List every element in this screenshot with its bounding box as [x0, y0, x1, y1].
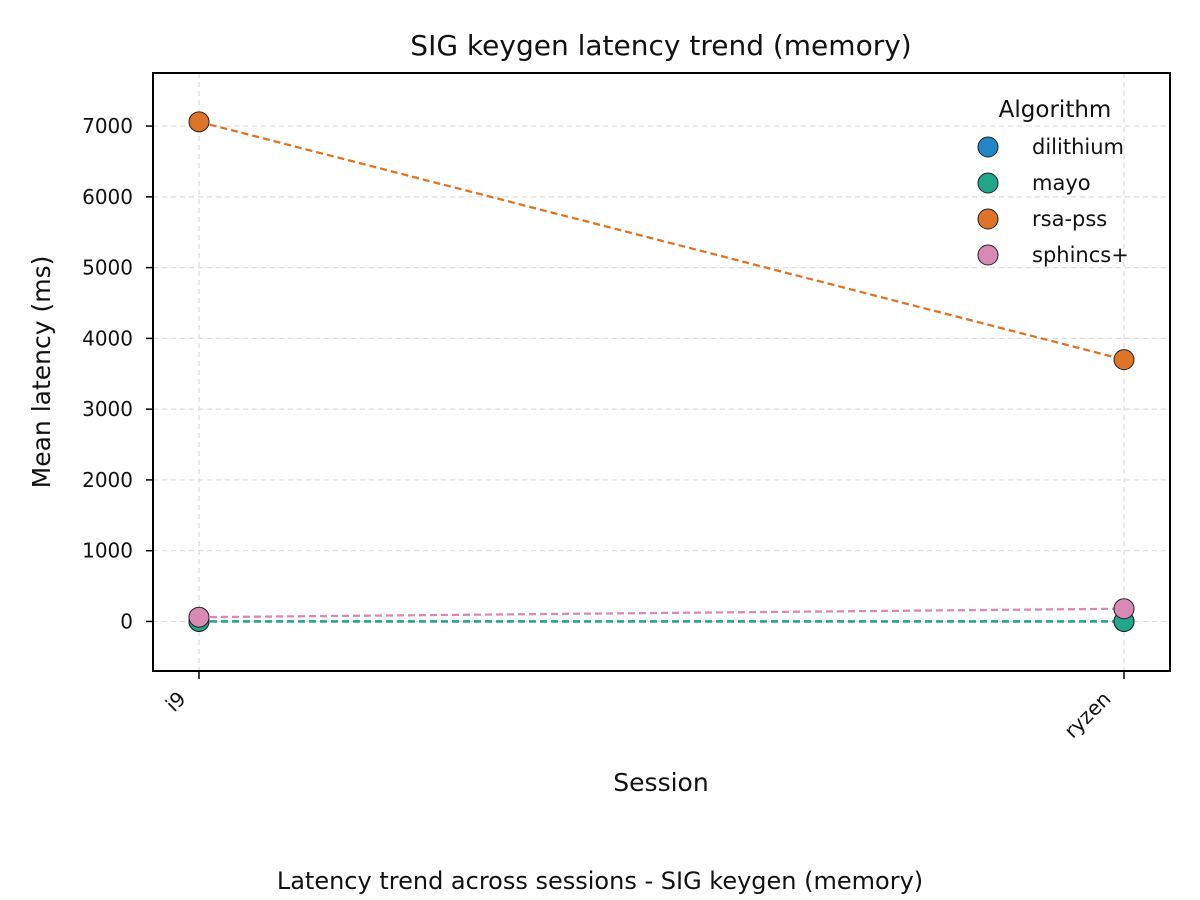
legend-label: mayo [1032, 171, 1091, 195]
y-tick-label: 6000 [82, 185, 133, 209]
legend-title: Algorithm [999, 97, 1112, 123]
y-tick-label: 5000 [82, 256, 133, 280]
legend-marker-dilithium [977, 136, 999, 158]
data-point-rsa-pss [188, 111, 210, 133]
y-tick-label: 7000 [82, 114, 133, 138]
data-point-rsa-pss [1113, 349, 1135, 371]
chart-title: SIG keygen latency trend (memory) [410, 29, 911, 62]
y-tick-label: 2000 [82, 468, 133, 492]
data-point-sphincs- [1113, 598, 1135, 620]
legend-marker-rsa-pss [977, 208, 999, 230]
chart-background [0, 0, 1200, 900]
y-tick-label: 0 [120, 609, 133, 633]
y-axis-label: Mean latency (ms) [27, 256, 56, 489]
y-tick-label: 3000 [82, 397, 133, 421]
legend-label: sphincs+ [1032, 243, 1129, 267]
data-point-sphincs- [188, 606, 210, 628]
latency-trend-chart: SIG keygen latency trend (memory) 0 1000 2… [0, 0, 1200, 900]
legend-label: rsa-pss [1032, 207, 1107, 231]
legend-marker-sphincs- [977, 244, 999, 266]
x-axis-label: Session [613, 768, 708, 797]
chart-container: SIG keygen latency trend (memory) 0 1000 2… [0, 0, 1200, 900]
chart-caption: Latency trend across sessions - SIG keyg… [277, 867, 923, 895]
legend-label: dilithium [1032, 135, 1124, 159]
legend-marker-mayo [977, 172, 999, 194]
y-tick-label: 4000 [82, 326, 133, 350]
y-tick-label: 1000 [82, 539, 133, 563]
